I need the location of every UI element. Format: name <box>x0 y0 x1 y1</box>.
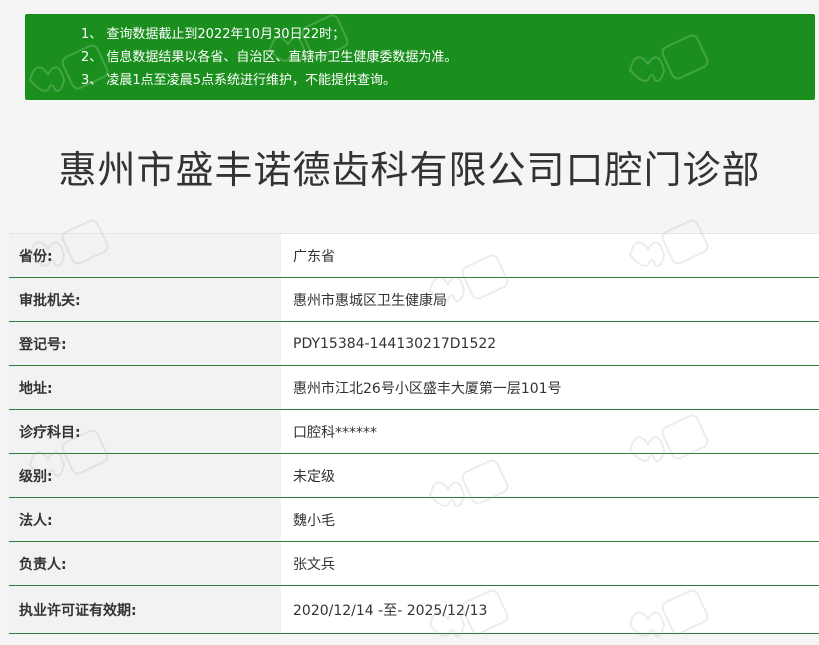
notice-banner: 1、 查询数据截止到2022年10月30日22时； 2、 信息数据结果以各省、自… <box>25 14 815 100</box>
row-label: 登记号: <box>9 322 281 365</box>
table-row: 审批机关: 惠州市惠城区卫生健康局 <box>9 278 819 322</box>
row-value: 广东省 <box>281 234 819 277</box>
table-row: 登记号: PDY15384-144130217D1522 <box>9 322 819 366</box>
row-value: 惠州市江北26号小区盛丰大厦第一层101号 <box>281 366 819 409</box>
row-value: 魏小毛 <box>281 498 819 541</box>
table-row: 诊疗科目: 口腔科****** <box>9 410 819 454</box>
row-label: 负责人: <box>9 542 281 585</box>
row-value: PDY15384-144130217D1522 <box>281 322 819 365</box>
table-row: 负责人: 张文兵 <box>9 542 819 586</box>
table-row: 地址: 惠州市江北26号小区盛丰大厦第一层101号 <box>9 366 819 410</box>
row-label: 省份: <box>9 234 281 277</box>
notice-line-2: 2、 信息数据结果以各省、自治区、直辖市卫生健康委数据为准。 <box>81 50 458 65</box>
page: 1、 查询数据截止到2022年10月30日22时； 2、 信息数据结果以各省、自… <box>0 0 819 645</box>
row-value: 2020/12/14 -至- 2025/12/13 <box>281 586 819 633</box>
row-value: 张文兵 <box>281 542 819 585</box>
row-label: 审批机关: <box>9 278 281 321</box>
info-table: 省份: 广东省 审批机关: 惠州市惠城区卫生健康局 登记号: PDY15384-… <box>9 233 819 634</box>
row-value: 口腔科****** <box>281 410 819 453</box>
row-value: 惠州市惠城区卫生健康局 <box>281 278 819 321</box>
row-label: 级别: <box>9 454 281 497</box>
table-row: 级别: 未定级 <box>9 454 819 498</box>
row-label: 执业许可证有效期: <box>9 586 281 633</box>
page-title: 惠州市盛丰诺德齿科有限公司口腔门诊部 <box>58 148 761 192</box>
row-label: 诊疗科目: <box>9 410 281 453</box>
row-label: 地址: <box>9 366 281 409</box>
table-row: 执业许可证有效期: 2020/12/14 -至- 2025/12/13 <box>9 586 819 634</box>
table-row: 法人: 魏小毛 <box>9 498 819 542</box>
notice-line-1: 1、 查询数据截止到2022年10月30日22时； <box>81 27 346 42</box>
row-label: 法人: <box>9 498 281 541</box>
table-row: 省份: 广东省 <box>9 234 819 278</box>
notice-line-3: 3、 凌晨1点至凌晨5点系统进行维护，不能提供查询。 <box>81 73 396 88</box>
row-value: 未定级 <box>281 454 819 497</box>
